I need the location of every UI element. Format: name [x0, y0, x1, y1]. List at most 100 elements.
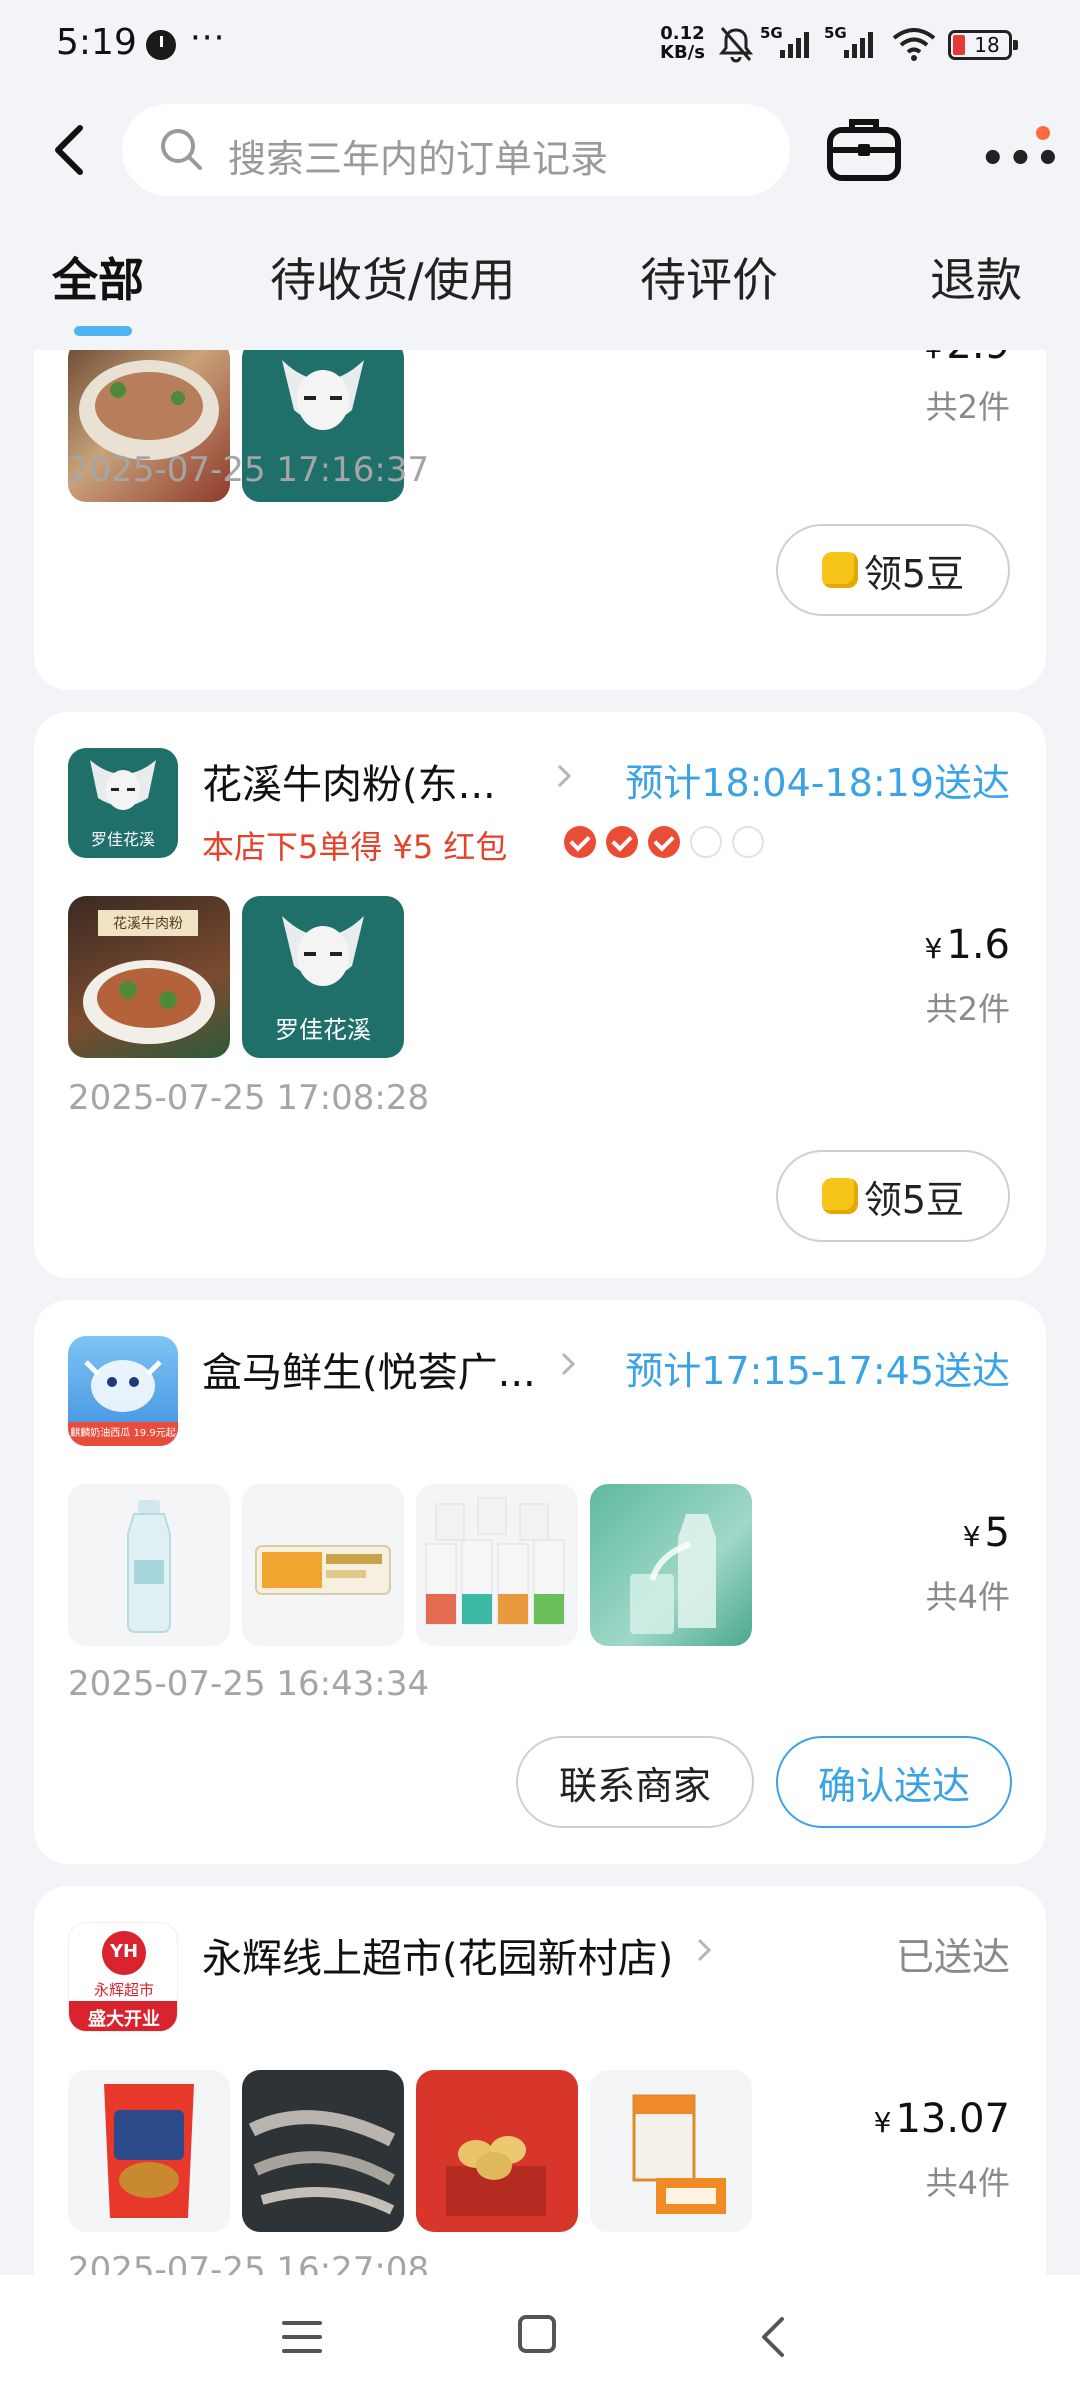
order-time: 2025-07-25 16:43:34 [68, 1664, 430, 1704]
battery-icon: 18 [948, 30, 1018, 60]
tab-refund[interactable]: 退款 [930, 244, 1022, 310]
claim-beans-button[interactable]: 领5豆 [776, 524, 1010, 616]
clock-icon [146, 30, 176, 60]
item-count: 共2件 [925, 990, 1010, 1028]
order-price: ¥2.9 [925, 350, 1010, 368]
store-logo: 罗佳花溪 [68, 748, 178, 858]
logo-text: 罗佳花溪 [275, 1016, 371, 1044]
order-card[interactable]: 麒麟奶油西瓜 19.9元起 盒马鲜生(悦荟广... 预计17:15-17:45送… [34, 1300, 1046, 1864]
product-thumbnail [242, 2070, 404, 2232]
thumbnail-text: 花溪牛肉粉 [113, 916, 183, 932]
delivery-eta: 预计18:04-18:19送达 [625, 761, 1010, 805]
item-count: 共2件 [925, 388, 1010, 426]
chevron-right-icon [561, 1352, 576, 1376]
item-count: 共4件 [925, 1578, 1010, 1616]
store-logo: 麒麟奶油西瓜 19.9元起 [68, 1336, 178, 1446]
product-thumbnail [68, 2070, 230, 2232]
coin-icon [821, 552, 858, 588]
check-done-icon [606, 826, 638, 858]
tab-pending-review[interactable]: 待评价 [640, 244, 778, 310]
active-tab-indicator [74, 326, 132, 336]
delivery-eta: 预计17:15-17:45送达 [625, 1349, 1010, 1393]
order-status: 已送达 [895, 1935, 1010, 1979]
tab-all[interactable]: 全部 [52, 244, 144, 310]
product-thumbnail: 花溪牛肉粉 [68, 896, 230, 1058]
price-value: 1.6 [946, 922, 1010, 968]
order-price: ¥1.6 [925, 922, 1010, 968]
order-list[interactable]: ¥2.9 共2件 2025-07-25 17:16:37 领5豆 罗佳花溪 花溪… [0, 350, 1080, 2275]
more-notifications-icon: ··· [190, 18, 226, 58]
check-empty-icon [690, 826, 722, 858]
bell-muted-icon [718, 27, 754, 63]
search-icon [161, 129, 202, 170]
promo-progress [564, 826, 764, 858]
price-value: 13.07 [895, 2096, 1010, 2142]
check-empty-icon [732, 826, 764, 858]
confirm-delivery-button[interactable]: 确认送达 [776, 1736, 1012, 1828]
home-button[interactable] [518, 2315, 556, 2353]
battery-level: 18 [974, 33, 1000, 57]
order-tabs: 全部 待收货/使用 待评价 退款 [0, 210, 1080, 350]
store-name[interactable]: 盒马鲜生(悦荟广... [202, 1340, 536, 1398]
check-done-icon [564, 826, 596, 858]
status-time: 5:19 [56, 22, 137, 63]
item-count: 共4件 [925, 2164, 1010, 2202]
search-input[interactable]: 搜索三年内的订单记录 [122, 104, 790, 196]
notification-dot [1036, 126, 1050, 140]
logo-initials: YH [109, 1941, 139, 1962]
signal-icon: 5G [824, 24, 884, 62]
logo-badge: 麒麟奶油西瓜 19.9元起 [70, 1428, 176, 1439]
order-card[interactable]: ¥2.9 共2件 2025-07-25 17:16:37 领5豆 [34, 350, 1046, 690]
currency-symbol: ¥ [962, 1520, 981, 1553]
currency-symbol: ¥ [925, 350, 943, 365]
network-speed: 0.12 KB/s [660, 24, 705, 62]
claim-beans-label: 领5豆 [863, 1177, 965, 1222]
order-time: 2025-07-25 16:27:08 [68, 2250, 430, 2275]
more-icon: ••• [980, 136, 1063, 182]
store-logo: YH 永辉超市 盛大开业 [68, 1922, 178, 2032]
status-bar: 5:19 ··· 0.12 KB/s 5G 5G 18 [0, 0, 1080, 90]
claim-beans-button[interactable]: 领5豆 [776, 1150, 1010, 1242]
order-time: 2025-07-25 17:08:28 [68, 1078, 430, 1118]
store-name[interactable]: 永辉线上超市(花园新村店) [202, 1926, 673, 1984]
product-thumbnail [242, 1484, 404, 1646]
recent-apps-button[interactable] [280, 2317, 324, 2357]
system-nav-bar [0, 2275, 1080, 2400]
logo-text: 罗佳花溪 [90, 830, 155, 849]
product-thumbnail [590, 2070, 752, 2232]
order-card[interactable]: 罗佳花溪 花溪牛肉粉(东... 预计18:04-18:19送达 本店下5单得 ¥… [34, 712, 1046, 1278]
order-price: ¥5 [963, 1510, 1010, 1556]
store-logo-thumbnail: 罗佳花溪 [242, 896, 404, 1058]
logo-grand-opening: 盛大开业 [88, 2009, 160, 2030]
price-value: 5 [984, 1510, 1010, 1556]
product-thumbnail [590, 1484, 752, 1646]
chevron-right-icon [557, 764, 572, 788]
back-button[interactable] [40, 118, 100, 182]
coin-icon [821, 1178, 858, 1214]
wifi-icon [892, 28, 936, 61]
order-card[interactable]: YH 永辉超市 盛大开业 永辉线上超市(花园新村店) 已送达 ¥ 13.07 共… [34, 1886, 1046, 2275]
search-placeholder: 搜索三年内的订单记录 [228, 137, 609, 181]
currency-symbol: ¥ [924, 932, 943, 965]
contact-merchant-button[interactable]: 联系商家 [516, 1736, 754, 1828]
network-speed-value: 0.12 [660, 23, 705, 44]
chevron-right-icon [697, 1938, 712, 1962]
network-speed-unit: KB/s [660, 42, 705, 63]
more-options-button[interactable]: ••• [970, 120, 1061, 182]
price-value: 2.9 [946, 350, 1010, 368]
tab-pending-delivery[interactable]: 待收货/使用 [270, 244, 516, 310]
product-thumbnail [68, 1484, 230, 1646]
promo-text: 本店下5单得 ¥5 红包 [202, 828, 508, 866]
currency-symbol: ¥ [873, 2106, 892, 2139]
order-time: 2025-07-25 17:16:37 [68, 450, 430, 490]
order-price: ¥13.07 [874, 2096, 1010, 2142]
header: 搜索三年内的订单记录 ••• [0, 90, 1080, 210]
system-back-button[interactable] [754, 2315, 794, 2359]
briefcase-icon[interactable] [826, 114, 902, 184]
signal-icon: 5G [760, 24, 820, 62]
product-thumbnail [416, 2070, 578, 2232]
logo-brand-text: 永辉超市 [93, 1981, 154, 1999]
product-thumbnail [416, 1484, 578, 1646]
store-name[interactable]: 花溪牛肉粉(东... [202, 752, 496, 810]
check-done-icon [648, 826, 680, 858]
